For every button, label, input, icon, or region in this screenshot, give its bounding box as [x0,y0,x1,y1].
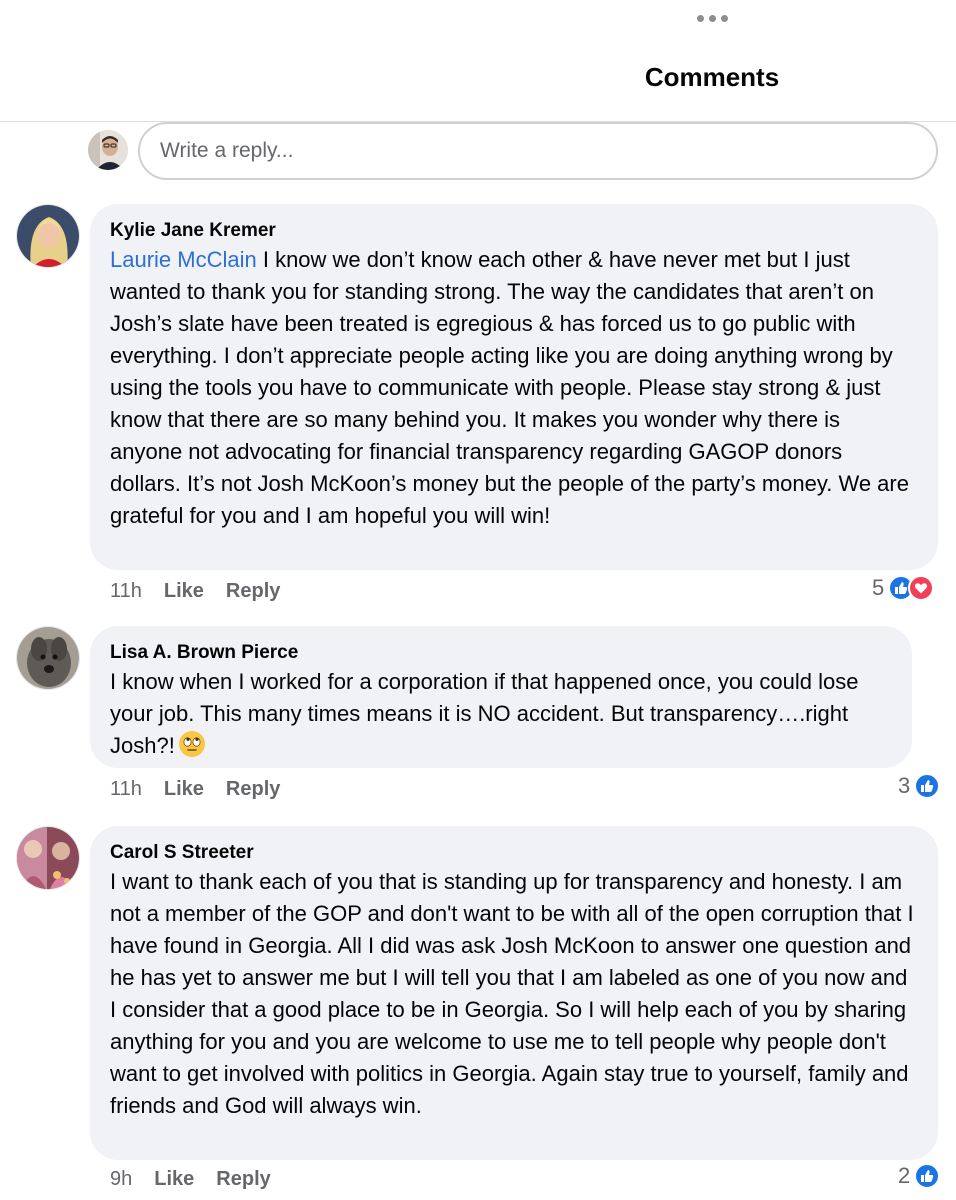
more-options-icon[interactable] [694,12,730,24]
reply-button[interactable]: Reply [216,1168,270,1191]
comment-time: 11h [110,778,142,800]
reaction-summary[interactable]: 2 [898,1163,941,1189]
reaction-count: 3 [898,773,911,798]
comments-header: Comments [0,0,956,122]
reaction-summary[interactable]: 5 [872,575,935,601]
comment-body: I know when I worked for a corporation i… [110,669,859,758]
comment-text: I want to thank each of you that is stan… [110,866,918,1122]
comment-body: I want to thank each of you that is stan… [110,869,914,1118]
eye-roll-emoji [178,731,205,757]
comment-time: 11h [110,580,142,602]
comment-meta: 11h Like Reply [110,580,280,603]
reaction-count: 2 [898,1163,911,1188]
avatar[interactable] [16,826,80,890]
comment-text: I know when I worked for a corporation i… [110,666,892,762]
reply-button[interactable]: Reply [226,778,280,801]
comment-text: Laurie McClain I know we don’t know each… [110,244,918,532]
comment-body: I know we don’t know each other & have n… [110,247,909,528]
like-icon [914,1163,941,1189]
comment-time: 9h [110,1168,133,1190]
like-button[interactable]: Like [164,580,204,603]
comment-author[interactable]: Carol S Streeter [110,840,918,866]
comment-bubble: Kylie Jane Kremer Laurie McClain I know … [90,204,938,570]
reply-input[interactable] [138,122,938,180]
comment-bubble: Lisa A. Brown Pierce I know when I worke… [90,626,912,768]
reply-composer [0,122,956,184]
like-button[interactable]: Like [154,1168,194,1191]
avatar[interactable] [16,626,80,690]
reaction-count: 5 [872,575,885,600]
comment-author[interactable]: Kylie Jane Kremer [110,218,918,244]
reply-button[interactable]: Reply [226,580,280,603]
comment-meta: 11h Like Reply [110,778,280,801]
comment-author[interactable]: Lisa A. Brown Pierce [110,640,892,666]
like-button[interactable]: Like [164,778,204,801]
love-icon [908,575,935,601]
like-icon [914,773,941,799]
avatar[interactable] [16,204,80,268]
comment-meta: 9h Like Reply [110,1168,271,1191]
current-user-avatar[interactable] [88,130,128,170]
page-title: Comments [644,62,780,92]
comment-bubble: Carol S Streeter I want to thank each of… [90,826,938,1160]
reaction-summary[interactable]: 3 [898,773,941,799]
mention-link[interactable]: Laurie McClain [110,247,257,272]
